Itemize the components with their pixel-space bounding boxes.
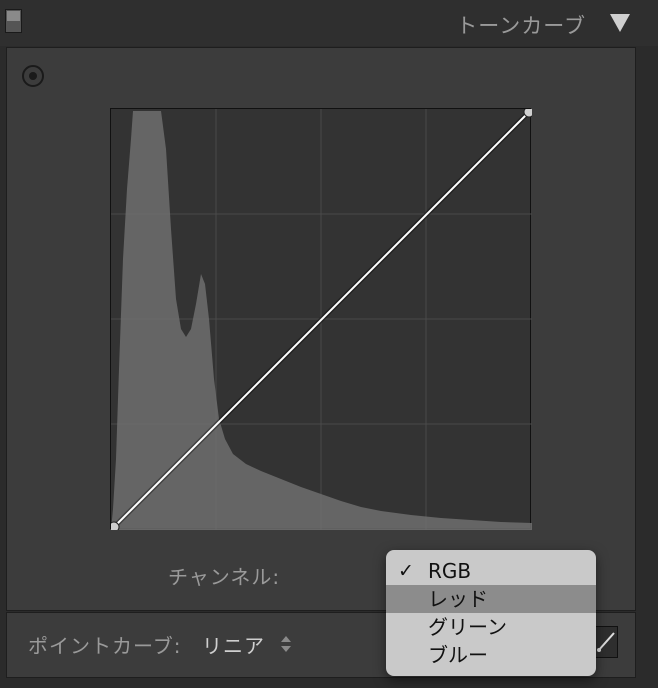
edit-point-curve-icon[interactable] — [594, 626, 618, 658]
channel-option-label: レッド — [428, 587, 488, 611]
targeted-adjustment-icon[interactable] — [22, 65, 44, 87]
panel-title: トーンカーブ — [456, 14, 586, 38]
channel-dropdown-menu[interactable]: ✓ RGB レッド グリーン ブルー — [386, 550, 596, 676]
channel-option-label: RGB — [428, 559, 472, 583]
curve-point-white[interactable] — [523, 109, 532, 118]
point-curve-label: ポイントカーブ: — [28, 634, 182, 658]
curve-point-black[interactable] — [111, 521, 120, 530]
checkmark-icon: ✓ — [398, 560, 414, 582]
panel-header[interactable]: トーンカーブ — [0, 0, 658, 46]
collapse-triangle-icon[interactable] — [610, 14, 630, 32]
panel-enable-toggle[interactable] — [5, 9, 22, 33]
channel-option-label: ブルー — [428, 643, 488, 667]
channel-option-green[interactable]: グリーン — [386, 613, 596, 641]
curve-svg — [111, 109, 532, 530]
channel-option-red[interactable]: レッド — [386, 585, 596, 613]
stepper-arrows-icon[interactable] — [280, 634, 292, 654]
channel-option-blue[interactable]: ブルー — [386, 641, 596, 669]
channel-option-label: グリーン — [428, 615, 507, 639]
channel-label: チャンネル: — [168, 565, 281, 589]
tone-curve-graph[interactable] — [110, 108, 532, 530]
channel-option-rgb[interactable]: ✓ RGB — [386, 557, 596, 585]
point-curve-select[interactable]: リニア — [202, 630, 265, 659]
